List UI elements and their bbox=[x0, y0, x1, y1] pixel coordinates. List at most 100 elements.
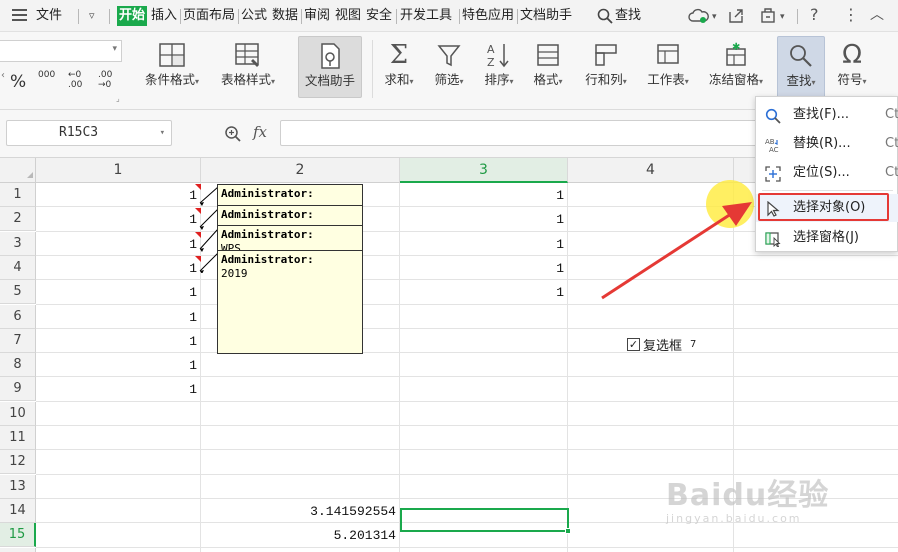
row-header-3[interactable]: 3 bbox=[0, 232, 36, 256]
table-cell[interactable]: 1 bbox=[36, 353, 197, 377]
conditional-format-button[interactable]: 条件格式▾ bbox=[138, 38, 206, 90]
more-vertical-icon[interactable]: ⋮ bbox=[843, 5, 859, 25]
zoom-formula-icon[interactable] bbox=[224, 125, 242, 143]
menu-item-shortcut: Ct bbox=[885, 165, 898, 180]
format-button[interactable]: 格式▾ bbox=[527, 38, 569, 90]
omega-icon: Ω bbox=[842, 40, 862, 70]
thousands-separator-button[interactable]: 000 bbox=[38, 70, 55, 80]
table-style-button[interactable]: 表格样式▾ bbox=[214, 38, 282, 90]
file-menu[interactable]: 文件 bbox=[36, 6, 62, 26]
menu-item-find[interactable]: 查找(F)... Ct bbox=[756, 101, 898, 129]
tab-data[interactable]: 数据 bbox=[272, 6, 298, 26]
chevron-down-icon[interactable]: ▾ bbox=[780, 7, 785, 27]
row-header-15[interactable]: 15 bbox=[0, 523, 36, 547]
row-header-13[interactable]: 13 bbox=[0, 475, 36, 499]
tab-security[interactable]: 安全 bbox=[366, 6, 392, 26]
row-header-12[interactable]: 12 bbox=[0, 450, 36, 474]
number-format-dropdown[interactable]: ▾ bbox=[0, 40, 122, 62]
name-box[interactable]: R15C3 ▾ bbox=[6, 120, 172, 146]
table-cell[interactable]: 3.141592554 bbox=[201, 499, 396, 523]
sort-button[interactable]: AZ 排序▾ bbox=[478, 38, 520, 90]
tab-developer[interactable]: 开发工具 bbox=[400, 6, 452, 26]
help-icon[interactable]: ? bbox=[810, 5, 819, 25]
symbol-button[interactable]: Ω 符号▾ bbox=[830, 38, 874, 90]
row-header-11[interactable]: 11 bbox=[0, 426, 36, 450]
tab-insert[interactable]: 插入 bbox=[151, 6, 177, 26]
collapse-ribbon-icon[interactable]: ︿ bbox=[870, 5, 884, 25]
row-header-7[interactable]: 7 bbox=[0, 329, 36, 353]
select-all-corner[interactable] bbox=[0, 158, 36, 183]
column-header-4[interactable]: 4 bbox=[568, 158, 734, 183]
share-icon[interactable] bbox=[727, 7, 745, 25]
fill-handle[interactable] bbox=[565, 528, 571, 534]
row-header-4[interactable]: 4 bbox=[0, 256, 36, 280]
table-cell[interactable]: 1 bbox=[400, 256, 564, 280]
find-button[interactable]: 查找▾ bbox=[777, 36, 825, 98]
tab-formula[interactable]: 公式 bbox=[241, 6, 267, 26]
search-icon[interactable] bbox=[597, 8, 613, 24]
row-header-10[interactable]: 10 bbox=[0, 402, 36, 426]
table-cell[interactable]: 1 bbox=[36, 305, 197, 329]
doc-helper-button[interactable]: 文档助手 bbox=[298, 36, 362, 98]
decrease-decimal-button[interactable]: .00 →0 bbox=[98, 70, 120, 90]
search-label[interactable]: 查找 bbox=[615, 6, 641, 26]
menu-item-replace[interactable]: AB AC 替换(R)... Ct bbox=[756, 130, 898, 158]
column-header-1[interactable]: 1 bbox=[36, 158, 201, 183]
ribbon-scroll-left-icon[interactable]: ‹ bbox=[1, 70, 5, 81]
magnifier-icon bbox=[778, 39, 824, 73]
row-header-16[interactable]: 16 bbox=[0, 548, 36, 552]
row-header-1[interactable]: 1 bbox=[0, 183, 36, 207]
table-cell[interactable]: 1 bbox=[36, 377, 197, 401]
tab-page-layout[interactable]: 页面布局 bbox=[183, 6, 235, 26]
menu-item-goto[interactable]: 定位(S)... Ct bbox=[756, 159, 898, 187]
sum-button[interactable]: Σ 求和▾ bbox=[378, 38, 420, 90]
column-header-2[interactable]: 2 bbox=[201, 158, 400, 183]
table-cell[interactable]: 1 bbox=[36, 207, 197, 231]
menu-item-selection-pane[interactable]: 选择窗格(J) bbox=[756, 224, 898, 252]
quick-access-chevron-icon[interactable]: ▿ bbox=[89, 6, 95, 26]
table-cell[interactable]: 8.342906554 bbox=[201, 548, 396, 552]
checkbox-check-icon[interactable]: ✓ bbox=[627, 337, 640, 351]
table-cell[interactable]: 1 bbox=[400, 232, 564, 256]
chevron-down-icon[interactable]: ▾ bbox=[712, 7, 717, 27]
table-cell[interactable]: 1 bbox=[36, 232, 197, 256]
tab-special[interactable]: 特色应用 bbox=[462, 6, 514, 26]
row-header-2[interactable]: 2 bbox=[0, 207, 36, 231]
row-header-14[interactable]: 14 bbox=[0, 499, 36, 523]
column-header-3[interactable]: 3 bbox=[400, 158, 568, 183]
comment-box[interactable]: Administrator: 2019 bbox=[217, 250, 363, 354]
row-header-9[interactable]: 9 bbox=[0, 377, 36, 401]
watermark: Baidu经验 jingyan.baidu.com bbox=[666, 470, 829, 525]
fx-label[interactable]: fx bbox=[253, 123, 267, 141]
table-cell[interactable]: 1 bbox=[36, 280, 197, 304]
freeze-panes-button[interactable]: ✱ 冻结窗格▾ bbox=[702, 38, 770, 90]
tab-doc-helper[interactable]: 文档助手 bbox=[520, 6, 572, 26]
table-cell[interactable]: 1 bbox=[36, 183, 197, 207]
table-cell[interactable]: 5.201314 bbox=[201, 523, 396, 547]
table-cell[interactable]: 1 bbox=[400, 207, 564, 231]
increase-decimal-button[interactable]: ←0 .00 bbox=[68, 70, 90, 90]
tab-home[interactable]: 开始 bbox=[117, 6, 148, 26]
tab-review[interactable]: 审阅 bbox=[304, 6, 330, 26]
chevron-down-icon[interactable]: ▾ bbox=[160, 121, 165, 145]
row-header-6[interactable]: 6 bbox=[0, 305, 36, 329]
filter-button[interactable]: 筛选▾ bbox=[428, 38, 470, 90]
row-header-5[interactable]: 5 bbox=[0, 280, 36, 304]
table-cell[interactable]: 1 bbox=[400, 183, 564, 207]
table-cell[interactable]: 1 bbox=[400, 280, 564, 304]
percent-button[interactable]: % bbox=[10, 72, 26, 92]
row-header-8[interactable]: 8 bbox=[0, 353, 36, 377]
hamburger-icon[interactable] bbox=[12, 8, 28, 22]
tab-view[interactable]: 视图 bbox=[335, 6, 361, 26]
table-cell[interactable]: 1 bbox=[36, 329, 197, 353]
tools-icon[interactable] bbox=[759, 7, 777, 25]
active-cell[interactable] bbox=[400, 508, 569, 532]
checkbox-control[interactable]: ✓ 复选框 7 bbox=[627, 336, 696, 354]
row-col-button[interactable]: 行和列▾ bbox=[578, 38, 634, 90]
table-cell[interactable]: 1 bbox=[36, 256, 197, 280]
group-launcher-icon[interactable]: ⌟ bbox=[116, 94, 120, 103]
comment-author: Administrator: bbox=[221, 228, 314, 241]
comment-box[interactable]: Administrator: WPS bbox=[217, 225, 363, 251]
cloud-sync-icon[interactable] bbox=[688, 8, 710, 24]
worksheet-button[interactable]: 工作表▾ bbox=[640, 38, 696, 90]
